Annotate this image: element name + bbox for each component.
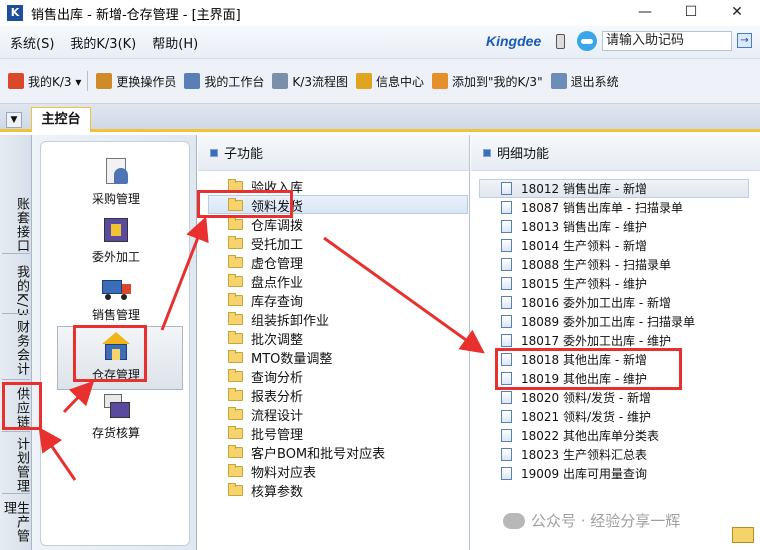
- arrow-to-warehouse: [62, 380, 95, 414]
- watermark-text: 公众号 · 经验分享一辉: [531, 512, 681, 530]
- arrow-to-supply-chain: [38, 427, 77, 481]
- arrow-to-other-outbound: [323, 236, 485, 354]
- arrow-to-material-issue: [160, 216, 209, 331]
- wechat-icon: [503, 512, 525, 529]
- mail-icon[interactable]: [732, 527, 754, 543]
- annotation-arrows: [38, 216, 485, 481]
- watermark: 公众号 · 经验分享一辉: [503, 510, 680, 531]
